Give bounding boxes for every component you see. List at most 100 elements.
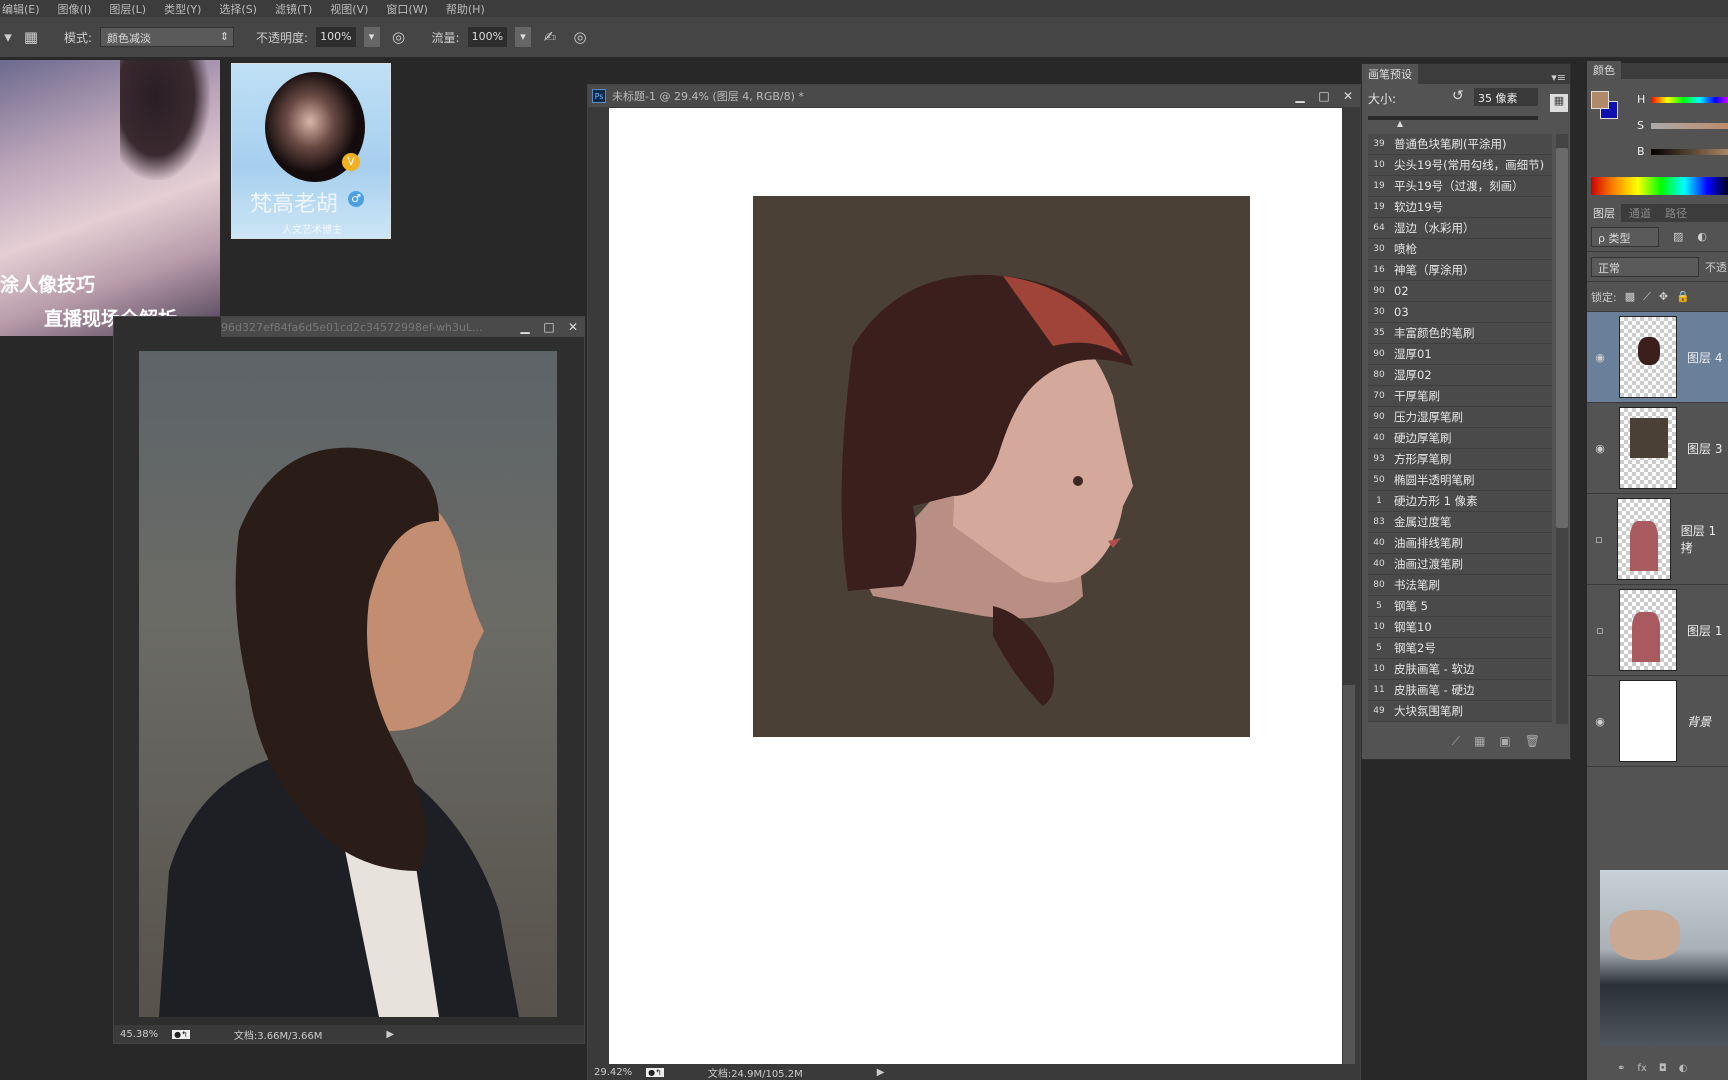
mode-select[interactable]: 颜色减淡 ⇕: [100, 27, 235, 47]
panel-menu-icon[interactable]: ▾≡: [1551, 71, 1566, 84]
maximize-button[interactable]: □: [1312, 89, 1336, 103]
s-slider[interactable]: [1651, 123, 1728, 129]
toggle-brush-icon[interactable]: ⟋: [1452, 734, 1460, 758]
color-spectrum[interactable]: [1591, 177, 1728, 195]
close-button[interactable]: ✕: [561, 320, 585, 334]
layer-row[interactable]: ▫ 图层 1 拷: [1587, 494, 1728, 585]
menu-select[interactable]: 选择(S): [219, 1, 257, 17]
minimize-button[interactable]: ▁: [1288, 89, 1312, 103]
flow-dropdown[interactable]: ▾: [515, 27, 532, 47]
status-menu-arrow[interactable]: ▶: [877, 1067, 885, 1078]
brush-preset-item[interactable]: 10 尖头19号(常用勾线，画细节): [1368, 155, 1552, 176]
menu-view[interactable]: 视图(V): [330, 1, 368, 17]
brush-preset-item[interactable]: 49 大块氛围笔刷: [1368, 701, 1552, 722]
brush-preset-item[interactable]: 40 油画排线笔刷: [1368, 533, 1552, 554]
brush-preset-item[interactable]: 70 干厚笔刷: [1368, 386, 1552, 407]
foreground-color-swatch[interactable]: [1591, 91, 1609, 109]
adjustment-filter-icon[interactable]: ◐: [1697, 230, 1707, 243]
menu-edit[interactable]: 编辑(E): [2, 1, 40, 17]
delete-icon[interactable]: 🗑: [1525, 734, 1540, 758]
brush-preset-item[interactable]: 5 钢笔 5: [1368, 596, 1552, 617]
tab-brush-presets[interactable]: 画笔预设: [1362, 64, 1418, 84]
blend-mode-select[interactable]: 正常: [1591, 256, 1699, 277]
brush-list-scrollbar[interactable]: [1556, 134, 1568, 724]
visibility-off-icon[interactable]: ▫: [1587, 533, 1611, 546]
brush-preset-item[interactable]: 1 硬边方形 1 像素: [1368, 491, 1552, 512]
brush-preset-item[interactable]: 30 03: [1368, 302, 1552, 323]
brush-preset-item[interactable]: 19 平头19号（过渡，刻画）: [1368, 176, 1552, 197]
size-slider-handle[interactable]: ▲: [1397, 119, 1403, 128]
brush-preset-item[interactable]: 30 喷枪: [1368, 239, 1552, 260]
layer-row[interactable]: ◉ 图层 3: [1587, 403, 1728, 494]
mask-icon[interactable]: ◘: [1659, 1063, 1667, 1080]
size-slider[interactable]: [1368, 116, 1538, 120]
brush-preset-item[interactable]: 10 皮肤画笔 - 软边: [1368, 659, 1552, 680]
brush-preset-item[interactable]: 35 丰富颜色的笔刷: [1368, 323, 1552, 344]
brush-preset-item[interactable]: 11 皮肤画笔 - 硬边: [1368, 680, 1552, 701]
menu-layer[interactable]: 图层(L): [109, 1, 146, 17]
layer-row[interactable]: ◉ 图层 4: [1587, 312, 1728, 403]
link-icon[interactable]: ⚭: [1617, 1063, 1625, 1080]
brush-preset-item[interactable]: 90 湿厚01: [1368, 344, 1552, 365]
layer-row[interactable]: ◉ 背景: [1587, 676, 1728, 767]
lock-move-icon[interactable]: ✥: [1659, 290, 1668, 303]
eye-icon[interactable]: ◉: [1587, 715, 1613, 728]
fx-icon[interactable]: fx: [1637, 1063, 1646, 1080]
menu-image[interactable]: 图像(I): [58, 1, 92, 17]
brush-preset-item[interactable]: 83 金属过度笔: [1368, 512, 1552, 533]
pressure-opacity-icon[interactable]: ◎: [388, 26, 410, 48]
airbrush-icon[interactable]: ✍: [539, 26, 561, 48]
main-zoom[interactable]: 29.42%: [594, 1067, 632, 1078]
menu-filter[interactable]: 滤镜(T): [275, 1, 312, 17]
brush-preset-item[interactable]: 10 钢笔10: [1368, 617, 1552, 638]
opacity-dropdown[interactable]: ▾: [363, 27, 380, 47]
lock-all-icon[interactable]: 🔒: [1676, 290, 1690, 303]
eye-icon[interactable]: ◉: [1587, 442, 1613, 455]
close-button[interactable]: ✕: [1336, 89, 1360, 103]
layer-row[interactable]: ▫ 图层 1: [1587, 585, 1728, 676]
opacity-input[interactable]: 100%: [316, 27, 356, 47]
reset-icon[interactable]: ↺: [1452, 88, 1464, 104]
main-title-bar[interactable]: Ps 未标题-1 @ 29.4% (图层 4, RGB/8) * ▁ □ ✕: [588, 85, 1360, 107]
minimize-button[interactable]: ▁: [513, 320, 537, 334]
brush-preset-item[interactable]: 5 钢笔2号: [1368, 638, 1552, 659]
size-input[interactable]: 35 像素: [1474, 88, 1538, 106]
brush-preset-item[interactable]: 19 软边19号: [1368, 197, 1552, 218]
tab-channels[interactable]: 通道: [1623, 204, 1657, 222]
layer-filter-select[interactable]: ρ 类型: [1591, 226, 1659, 247]
brush-preset-item[interactable]: 40 油画过渡笔刷: [1368, 554, 1552, 575]
menu-type[interactable]: 类型(Y): [164, 1, 201, 17]
status-menu-arrow[interactable]: ▶: [386, 1029, 394, 1040]
brush-preset-item[interactable]: 93 方形厚笔刷: [1368, 449, 1552, 470]
menu-help[interactable]: 帮助(H): [446, 1, 485, 17]
pressure-size-icon[interactable]: ◎: [569, 26, 591, 48]
vertical-scrollbar[interactable]: [1343, 685, 1355, 1065]
reference-zoom[interactable]: 45.38%: [120, 1029, 158, 1040]
brush-grid-icon[interactable]: ▦: [1474, 734, 1485, 758]
brush-preset-item[interactable]: 90 压力湿厚笔刷: [1368, 407, 1552, 428]
eye-icon[interactable]: ◉: [1587, 351, 1613, 364]
brush-preset-item[interactable]: 64 湿边（水彩用）: [1368, 218, 1552, 239]
brush-preset-item[interactable]: 80 湿厚02: [1368, 365, 1552, 386]
adjustment-icon[interactable]: ◐: [1679, 1063, 1688, 1080]
brush-preset-item[interactable]: 39 普通色块笔刷(平涂用): [1368, 134, 1552, 155]
tab-paths[interactable]: 路径: [1659, 204, 1693, 222]
brush-preset-item[interactable]: 80 书法笔刷: [1368, 575, 1552, 596]
brush-preset-icon[interactable]: ▾: [4, 26, 12, 48]
maximize-button[interactable]: □: [537, 320, 561, 334]
brush-panel-icon[interactable]: ▦: [1550, 94, 1568, 112]
lock-paint-icon[interactable]: ⟋: [1643, 290, 1651, 304]
h-slider[interactable]: [1651, 97, 1728, 103]
menu-window[interactable]: 窗口(W): [386, 1, 427, 17]
reference-title-bar[interactable]: 96d327ef84fa6d5e01cd2c34572998ef-wh3uL..…: [221, 317, 585, 337]
visibility-off-icon[interactable]: ▫: [1587, 624, 1613, 637]
canvas[interactable]: [609, 108, 1342, 1064]
brush-preset-item[interactable]: 50 椭圆半透明笔刷: [1368, 470, 1552, 491]
tab-layers[interactable]: 图层: [1587, 204, 1621, 222]
brush-preset-item[interactable]: 40 硬边厚笔刷: [1368, 428, 1552, 449]
new-preset-icon[interactable]: ▣: [1499, 734, 1510, 758]
brush-preset-item[interactable]: 16 神笔（厚涂用）: [1368, 260, 1552, 281]
tab-color[interactable]: 颜色: [1587, 61, 1621, 79]
brush-preset-item[interactable]: 90 02: [1368, 281, 1552, 302]
flow-input[interactable]: 100%: [467, 27, 508, 47]
